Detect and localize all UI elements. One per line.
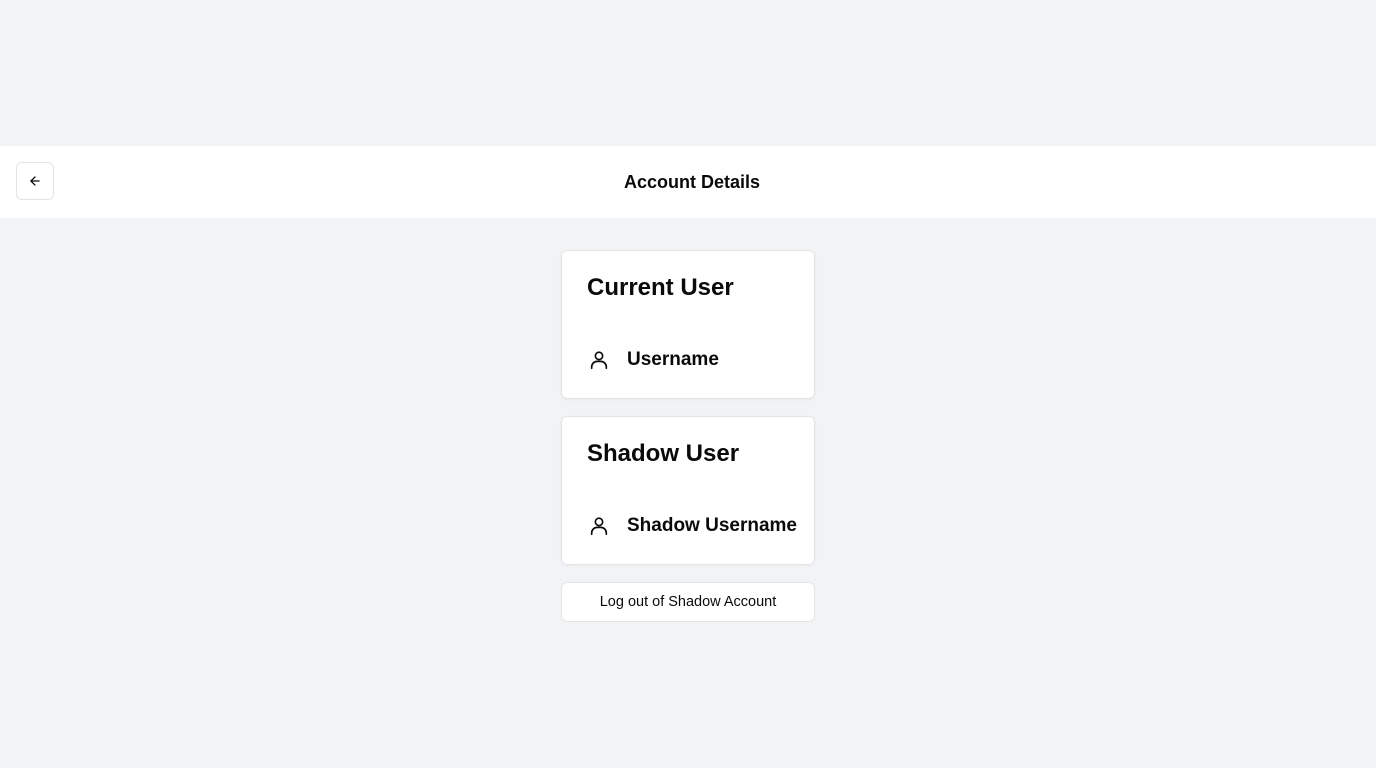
page-title: Account Details: [623, 172, 761, 192]
shadow-user-title: Shadow User: [587, 440, 740, 467]
shadow-user-row: Shadow Username: [587, 514, 797, 538]
current-user-card: Current User Username: [561, 250, 815, 399]
user-icon: [587, 514, 611, 538]
logout-shadow-account-button[interactable]: Log out of Shadow Account: [561, 582, 815, 622]
user-icon: [587, 348, 611, 372]
shadow-username: Shadow Username: [627, 515, 797, 536]
current-user-title: Current User: [587, 274, 734, 301]
header-bar: Account Details: [0, 146, 1376, 218]
shadow-user-card: Shadow User Shadow Username: [561, 416, 815, 565]
current-username: Username: [627, 349, 719, 370]
current-user-row: Username: [587, 348, 719, 372]
